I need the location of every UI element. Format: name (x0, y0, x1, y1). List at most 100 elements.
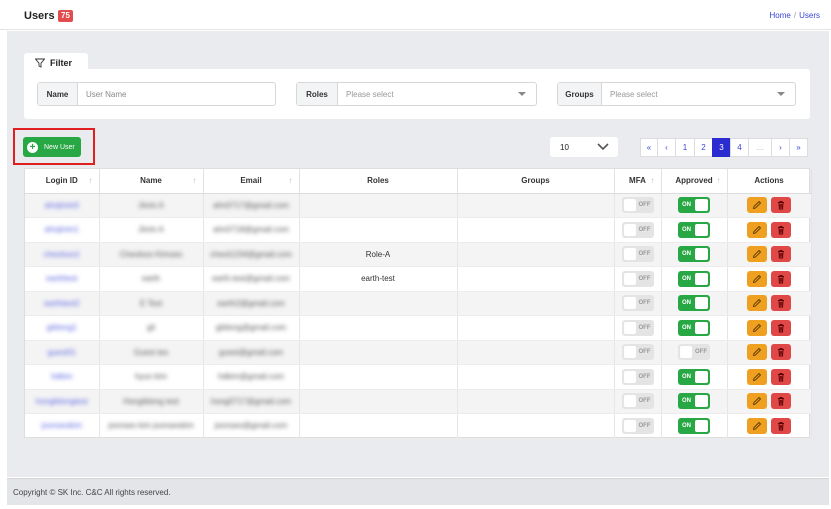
table-row: gildong1 gil gildong@gmail.com OFF ON (25, 315, 812, 341)
name-search-input[interactable] (86, 89, 275, 99)
toggle-label: ON (682, 202, 691, 209)
login-id-link[interactable]: cheolsoo1 (44, 250, 80, 259)
user-email: hong0717@gmail.com (210, 396, 292, 406)
delete-button[interactable] (771, 246, 791, 263)
login-id-link[interactable]: hongildongtest (36, 397, 88, 406)
approved-toggle[interactable]: ON (678, 295, 710, 312)
toggle-knob (695, 199, 708, 212)
edit-button[interactable] (747, 319, 767, 336)
login-id-link[interactable]: guest01 (48, 348, 76, 357)
delete-button[interactable] (771, 197, 791, 214)
table-row: ahnjimin1 Jimin A ahn0718@gmail.com OFF ON (25, 217, 812, 243)
roles-select[interactable]: Please select (338, 83, 536, 105)
edit-button[interactable] (747, 344, 767, 361)
breadcrumb-users-link[interactable]: Users (799, 11, 820, 20)
sort-icon: ↑ (192, 176, 197, 185)
column-header-actions: Actions (727, 169, 812, 194)
edit-button[interactable] (747, 246, 767, 263)
delete-button[interactable] (771, 319, 791, 336)
toggle-label: OFF (638, 398, 651, 405)
pencil-icon (752, 225, 762, 234)
toggle-label: OFF (638, 373, 651, 380)
groups-select[interactable]: Please select (602, 83, 795, 105)
user-count-badge: 75 (58, 10, 73, 22)
user-name: Hongildong test (123, 396, 179, 406)
page-first-button[interactable]: « (640, 138, 658, 157)
user-email: earth.test@gmail.com (212, 274, 290, 284)
toggle-label: ON (682, 300, 691, 307)
approved-toggle[interactable]: ON (678, 221, 710, 238)
column-header-email[interactable]: Email ↑ (203, 169, 300, 194)
approved-toggle[interactable]: ON (678, 417, 710, 434)
delete-button[interactable] (771, 221, 791, 238)
login-id-link[interactable]: gildong1 (47, 323, 77, 332)
page-last-button[interactable]: » (789, 138, 808, 157)
mfa-toggle[interactable]: OFF (621, 393, 654, 410)
approved-toggle[interactable]: ON (678, 368, 710, 385)
login-id-link[interactable]: ahnjimin0 (45, 201, 79, 210)
page-next-button[interactable]: › (771, 138, 790, 157)
delete-button[interactable] (771, 368, 791, 385)
approved-toggle[interactable]: ON (678, 393, 710, 410)
page-3-button[interactable]: 3 (712, 138, 731, 157)
edit-button[interactable] (747, 417, 767, 434)
login-id-link[interactable]: earthtest2 (44, 299, 80, 308)
user-name: hyun kim (134, 372, 167, 382)
login-id-link[interactable]: joonseokim (42, 421, 82, 430)
toggle-knob (695, 297, 708, 310)
toggle-label: ON (682, 398, 691, 405)
edit-button[interactable] (747, 197, 767, 214)
column-header-mfa[interactable]: MFA ↑ (614, 169, 662, 194)
page-4-button[interactable]: 4 (730, 138, 749, 157)
delete-button[interactable] (771, 295, 791, 312)
toggle-knob (623, 272, 636, 285)
mfa-toggle[interactable]: OFF (621, 270, 654, 287)
edit-button[interactable] (747, 368, 767, 385)
mfa-toggle[interactable]: OFF (621, 344, 654, 361)
approved-toggle[interactable]: OFF (678, 344, 710, 361)
login-id-link[interactable]: earthtest (46, 274, 77, 283)
toggle-label: ON (682, 324, 691, 331)
page-prev-button[interactable]: ‹ (657, 138, 676, 157)
edit-button[interactable] (747, 221, 767, 238)
mfa-toggle[interactable]: OFF (621, 221, 654, 238)
toggle-knob (623, 346, 636, 359)
table-row: ahnjimin0 Jimin A ahn0717@gmail.com OFF ON (25, 193, 812, 218)
delete-button[interactable] (771, 270, 791, 287)
page-size-select[interactable]: 10 (550, 137, 618, 157)
mfa-toggle[interactable]: OFF (621, 246, 654, 263)
column-header-name[interactable]: Name ↑ (99, 169, 204, 194)
toggle-knob (623, 199, 636, 212)
approved-toggle[interactable]: ON (678, 270, 710, 287)
mfa-toggle[interactable]: OFF (621, 197, 654, 214)
approved-toggle[interactable]: ON (678, 197, 710, 214)
delete-button[interactable] (771, 417, 791, 434)
column-header-approved[interactable]: Approved ↑ (661, 169, 728, 194)
login-id-link[interactable]: hdkim (51, 372, 72, 381)
new-user-button[interactable]: + New User (23, 137, 81, 157)
breadcrumb-home-link[interactable]: Home (770, 11, 791, 20)
plus-circle-icon: + (27, 141, 38, 153)
mfa-toggle[interactable]: OFF (621, 417, 654, 434)
sort-icon: ↑ (288, 176, 293, 185)
column-header-login-id[interactable]: Login ID ↑ (25, 169, 100, 194)
mfa-toggle[interactable]: OFF (621, 295, 654, 312)
edit-button[interactable] (747, 295, 767, 312)
edit-button[interactable] (747, 393, 767, 410)
trash-icon (778, 250, 784, 259)
toggle-label: OFF (638, 300, 651, 307)
page-2-button[interactable]: 2 (694, 138, 713, 157)
login-id-link[interactable]: ahnjimin1 (45, 225, 79, 234)
edit-button[interactable] (747, 270, 767, 287)
approved-toggle[interactable]: ON (678, 246, 710, 263)
page-1-button[interactable]: 1 (675, 138, 695, 157)
approved-toggle[interactable]: ON (678, 319, 710, 336)
pencil-icon (752, 348, 762, 357)
mfa-toggle[interactable]: OFF (621, 368, 654, 385)
mfa-toggle[interactable]: OFF (621, 319, 654, 336)
toggle-knob (623, 248, 636, 261)
delete-button[interactable] (771, 344, 791, 361)
top-bar: Users 75 Home / Users (0, 0, 831, 30)
user-email: earth2@gmail.com (217, 298, 285, 308)
delete-button[interactable] (771, 393, 791, 410)
